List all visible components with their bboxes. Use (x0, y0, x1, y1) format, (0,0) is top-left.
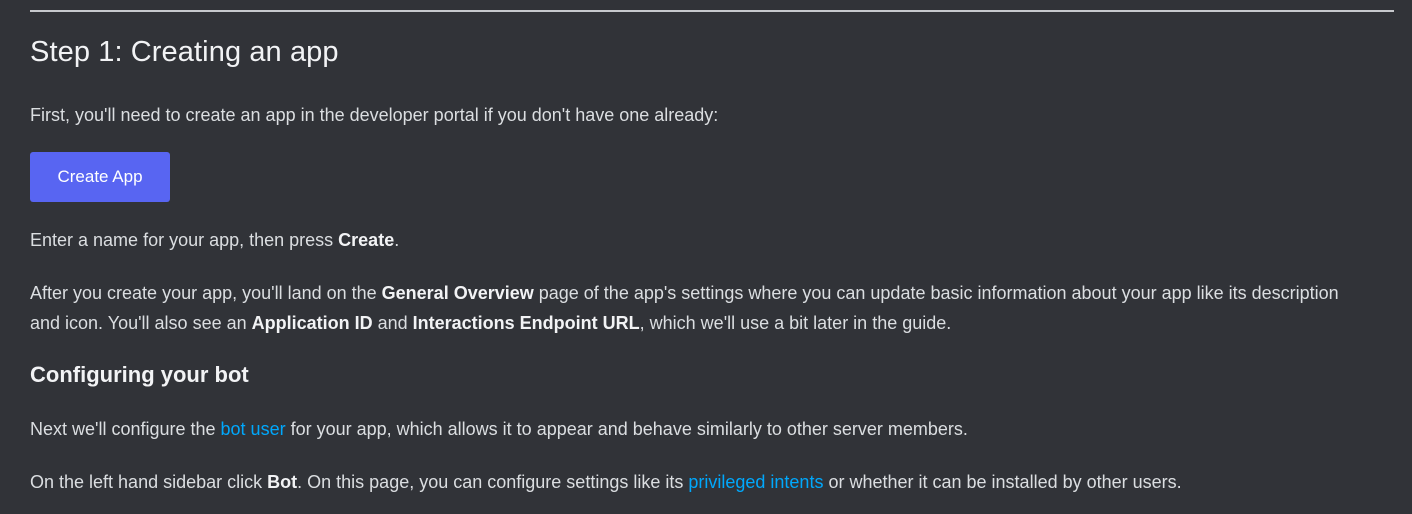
bot-user-link[interactable]: bot user (221, 419, 286, 439)
configure-bot-paragraph: Next we'll configure the bot user for yo… (30, 414, 968, 444)
enter-name-text: Enter a name for your app, then press (30, 230, 339, 250)
create-bold: Create (338, 230, 395, 250)
configure-text-2: for your app, which allows it to appear … (285, 419, 968, 439)
section-divider (30, 10, 1394, 12)
docs-page: Step 1: Creating an app First, you'll ne… (0, 0, 1412, 514)
configure-text-1: Next we'll configure the (30, 419, 221, 439)
intro-paragraph: First, you'll need to create an app in t… (30, 105, 719, 125)
enter-name-paragraph: Enter a name for your app, then press Cr… (30, 225, 399, 255)
privileged-intents-link[interactable]: privileged intents (688, 472, 823, 492)
overview-text-4: , which we'll use a bit later in the gui… (639, 313, 952, 333)
overview-text-3: and (372, 313, 413, 333)
sidebar-text-1: On the left hand sidebar click (30, 472, 268, 492)
general-overview-paragraph: After you create your app, you'll land o… (30, 278, 1370, 338)
general-overview-bold: General Overview (381, 283, 534, 303)
step-1-heading: Step 1: Creating an app (30, 36, 339, 68)
configuring-bot-heading: Configuring your bot (30, 362, 249, 387)
sidebar-bot-paragraph: On the left hand sidebar click Bot. On t… (30, 467, 1182, 497)
create-app-button[interactable]: Create App (30, 152, 170, 202)
sidebar-text-3: or whether it can be installed by other … (823, 472, 1182, 492)
bot-bold: Bot (267, 472, 298, 492)
overview-text-1: After you create your app, you'll land o… (30, 283, 382, 303)
application-id-bold: Application ID (251, 313, 373, 333)
interactions-endpoint-bold: Interactions Endpoint URL (412, 313, 640, 333)
sidebar-text-2: . On this page, you can configure settin… (297, 472, 689, 492)
enter-name-tail: . (394, 230, 400, 250)
